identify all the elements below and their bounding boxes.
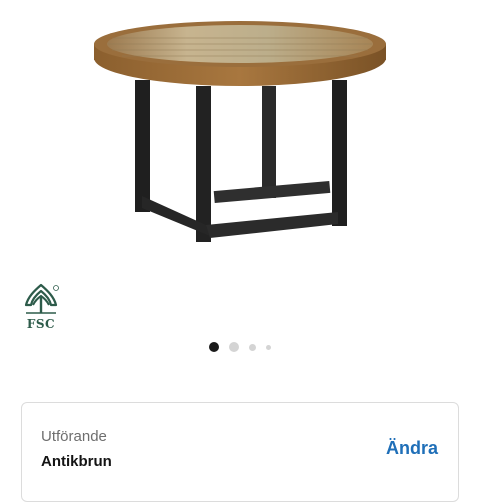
image-pager[interactable] <box>0 341 480 353</box>
pager-dot-4[interactable] <box>266 344 271 350</box>
pager-dot-2[interactable] <box>229 342 239 352</box>
product-image[interactable] <box>0 0 480 270</box>
change-variant-link[interactable]: Ändra <box>386 438 438 459</box>
variant-label: Utförande <box>41 428 107 445</box>
variant-card: Utförande Antikbrun Ändra <box>21 402 459 502</box>
variant-value: Antikbrun <box>41 453 112 470</box>
pager-dot-3[interactable] <box>249 343 256 351</box>
fsc-tree-icon <box>24 283 59 314</box>
fsc-label: FSC <box>26 317 56 331</box>
pager-dot-1[interactable] <box>209 342 219 352</box>
coffee-table-illustration <box>94 21 386 242</box>
fsc-badge: FSC <box>20 283 62 333</box>
